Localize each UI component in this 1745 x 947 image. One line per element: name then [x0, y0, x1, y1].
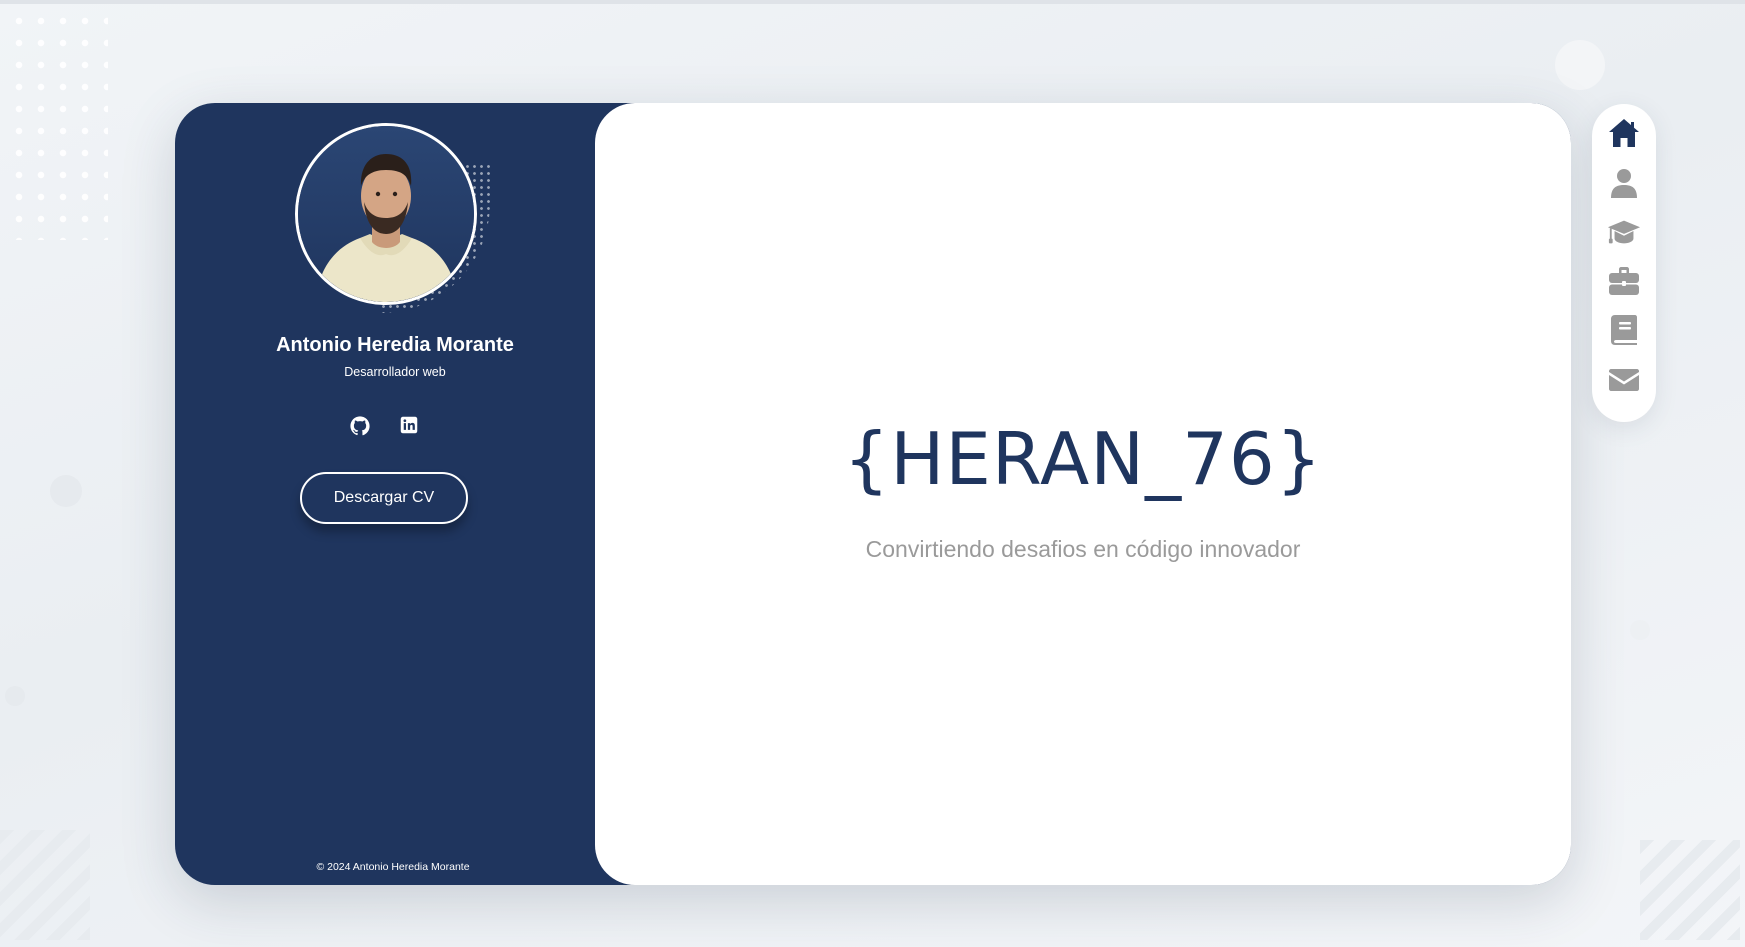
nav-item-home[interactable]	[1607, 116, 1641, 150]
nav-item-contact[interactable]	[1607, 363, 1641, 397]
portfolio-card: {HERAN_76} Convirtiendo desafios en códi…	[175, 103, 1571, 885]
book-icon	[1611, 315, 1637, 345]
download-cv-button[interactable]: Descargar CV	[300, 472, 468, 524]
background-circle	[50, 475, 82, 507]
copyright-footer: © 2024 Antonio Heredia Morante	[316, 861, 470, 873]
briefcase-icon	[1609, 267, 1639, 295]
section-nav	[1592, 104, 1656, 422]
top-border	[0, 0, 1745, 4]
user-icon	[1611, 169, 1637, 198]
nav-item-experience[interactable]	[1607, 264, 1641, 298]
linkedin-icon	[400, 416, 418, 434]
avatar-container	[295, 123, 490, 313]
home-icon	[1609, 119, 1639, 147]
background-stripes	[1640, 840, 1740, 940]
graduation-cap-icon	[1607, 220, 1641, 244]
background-circle	[1630, 620, 1650, 640]
profile-role: Desarrollador web	[344, 365, 446, 379]
nav-item-about[interactable]	[1607, 166, 1641, 200]
profile-name: Antonio Heredia Morante	[276, 334, 514, 356]
background-circle	[5, 686, 25, 706]
profile-sidebar: Antonio Heredia Morante Desarrollador we…	[175, 103, 625, 885]
main-content: {HERAN_76} Convirtiendo desafios en códi…	[595, 103, 1571, 885]
background-stripes	[0, 830, 90, 940]
linkedin-link[interactable]	[400, 416, 422, 438]
hero-title: {HERAN_76}	[843, 417, 1323, 501]
hero-subtitle: Convirtiendo desafios en código innovado…	[865, 536, 1301, 562]
github-icon	[350, 416, 370, 436]
profile-photo	[298, 126, 474, 302]
envelope-icon	[1609, 369, 1639, 391]
nav-item-portfolio[interactable]	[1607, 313, 1641, 347]
background-circle	[1555, 40, 1605, 90]
background-dot-pattern	[8, 10, 108, 240]
avatar	[295, 123, 477, 305]
nav-item-education[interactable]	[1607, 215, 1641, 249]
github-link[interactable]	[350, 416, 372, 438]
social-links	[350, 416, 450, 446]
